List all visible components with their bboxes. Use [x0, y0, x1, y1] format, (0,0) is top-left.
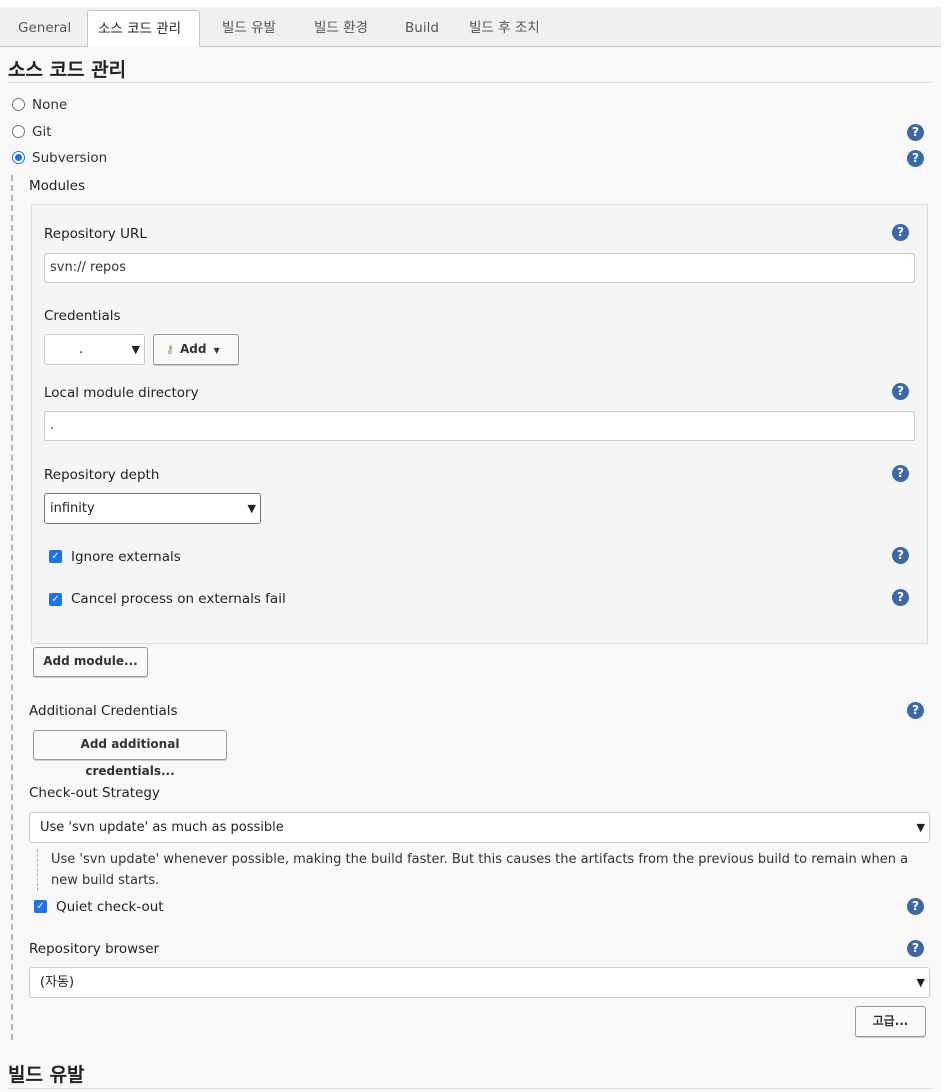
repository-depth-label: Repository depth [44, 467, 160, 483]
build-triggers-section-title: 빌드 유발 [8, 1064, 85, 1086]
help-icon[interactable]: ? [892, 383, 909, 400]
section-divider [8, 1088, 931, 1089]
add-module-button[interactable]: Add module... [33, 647, 148, 677]
cancel-process-label[interactable]: Cancel process on externals fail [71, 591, 286, 607]
advanced-button[interactable]: 고급... [855, 1006, 926, 1037]
checkout-strategy-label: Check-out Strategy [29, 785, 160, 801]
key-icon: ⚷ [166, 343, 175, 356]
repository-browser-select[interactable]: (자동) ▼ [29, 967, 930, 998]
help-icon[interactable]: ? [907, 898, 924, 915]
add-additional-credentials-button[interactable]: Add additional credentials... [33, 730, 227, 778]
radio-subversion[interactable] [12, 151, 25, 164]
help-icon[interactable]: ? [892, 224, 909, 241]
checkout-strategy-value: Use 'svn update' as much as possible [40, 820, 284, 835]
scrollbar-gutter [941, 7, 945, 1092]
credentials-label: Credentials [44, 308, 121, 324]
ignore-externals-checkbox[interactable]: ✓ [49, 550, 62, 563]
section-divider [8, 82, 931, 83]
radio-none-label[interactable]: None [32, 97, 67, 113]
tab-source-code-management[interactable]: 소스 코드 관리 [87, 10, 200, 48]
cancel-process-checkbox[interactable]: ✓ [49, 593, 62, 606]
credentials-select-value: . [79, 342, 84, 357]
repository-depth-value: infinity [50, 501, 95, 516]
radio-none[interactable] [12, 98, 25, 111]
credentials-select[interactable]: . ▼ [44, 334, 145, 365]
help-icon[interactable]: ? [892, 547, 909, 564]
ignore-externals-label[interactable]: Ignore externals [71, 549, 181, 565]
chevron-down-icon: ▼ [247, 502, 256, 515]
repository-depth-select[interactable]: infinity ▼ [44, 493, 261, 524]
chevron-down-icon: ▼ [131, 343, 140, 356]
tab-bar: General 소스 코드 관리 빌드 유발 빌드 환경 Build 빌드 후 … [0, 7, 941, 48]
additional-credentials-label: Additional Credentials [29, 703, 178, 719]
tab-build[interactable]: Build [395, 10, 449, 48]
tab-post-build-actions[interactable]: 빌드 후 조치 [459, 10, 550, 48]
help-icon[interactable]: ? [907, 940, 924, 957]
radio-git-label[interactable]: Git [32, 124, 52, 140]
checkout-strategy-select[interactable]: Use 'svn update' as much as possible ▼ [29, 812, 930, 843]
repository-browser-value: (자동) [40, 975, 75, 990]
repository-url-input[interactable]: svn:// repos [44, 253, 915, 283]
checkout-strategy-description: Use 'svn update' whenever possible, maki… [51, 852, 909, 888]
section-title: 소스 코드 관리 [8, 59, 127, 81]
radio-git[interactable] [12, 125, 25, 138]
help-icon[interactable]: ? [892, 589, 909, 606]
add-credentials-button-label: Add [180, 342, 207, 356]
add-credentials-button[interactable]: ⚷ Add ▼ [153, 334, 239, 365]
scm-panel: 소스 코드 관리 None Git ? Subversion ? Modules… [0, 47, 941, 1092]
local-module-directory-input[interactable]: . [44, 411, 915, 441]
tab-general[interactable]: General [8, 10, 81, 48]
local-module-directory-label: Local module directory [44, 385, 199, 401]
help-icon[interactable]: ? [907, 702, 924, 719]
description-guide [37, 849, 38, 891]
quiet-checkout-checkbox[interactable]: ✓ [34, 900, 47, 913]
repository-browser-label: Repository browser [29, 941, 160, 957]
subversion-options-guide [11, 175, 13, 1040]
repository-url-label: Repository URL [44, 226, 147, 242]
quiet-checkout-label[interactable]: Quiet check-out [56, 899, 164, 915]
help-icon[interactable]: ? [907, 150, 924, 167]
help-icon[interactable]: ? [892, 465, 909, 482]
caret-down-icon: ▼ [213, 346, 220, 355]
radio-subversion-label[interactable]: Subversion [32, 150, 107, 166]
chevron-down-icon: ▼ [916, 821, 925, 834]
help-icon[interactable]: ? [907, 124, 924, 141]
chevron-down-icon: ▼ [916, 976, 925, 989]
modules-label: Modules [29, 178, 86, 194]
tab-build-triggers[interactable]: 빌드 유발 [212, 10, 286, 48]
tab-build-environment[interactable]: 빌드 환경 [304, 10, 378, 48]
